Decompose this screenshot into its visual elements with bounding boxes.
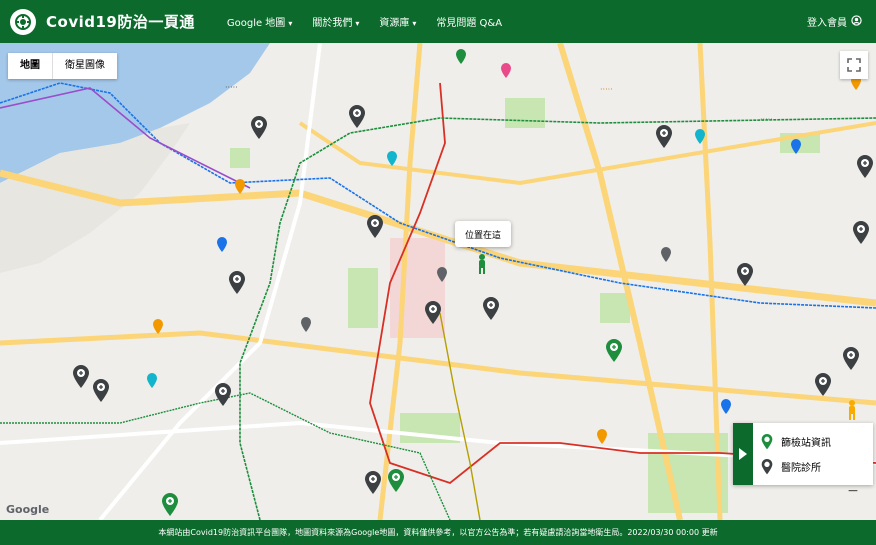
- poi-gray-icon[interactable]: [300, 317, 312, 337]
- user-icon: [851, 14, 862, 29]
- virus-logo-icon[interactable]: [10, 8, 36, 35]
- map-pin-icon[interactable]: [604, 339, 624, 367]
- map-pin-icon[interactable]: [160, 493, 180, 520]
- nav-label: 常見問題 Q&A: [436, 18, 503, 29]
- map-type-control: 地圖 衛星圖像: [8, 53, 117, 79]
- current-location-icon[interactable]: [476, 253, 488, 279]
- nav-item-faq[interactable]: 常見問題 Q&A: [436, 14, 502, 29]
- map-canvas[interactable]: ····· ····· ····· 位置在這 地圖 衛星圖像 篩檢站資訊 醫院診…: [0, 43, 876, 520]
- poi-teal-icon[interactable]: [694, 129, 706, 149]
- map-pin-icon[interactable]: [856, 155, 874, 183]
- map-label: ·····: [760, 115, 773, 124]
- map-pin-icon: [761, 458, 773, 474]
- map-pin-icon[interactable]: [364, 471, 382, 499]
- legend-label: 篩檢站資訊: [781, 438, 831, 449]
- chevron-down-icon: ▾: [412, 19, 417, 28]
- pegman-icon[interactable]: [846, 399, 858, 425]
- nav-item-google-map[interactable]: Google 地圖 ▾: [227, 14, 292, 29]
- map-pin-icon[interactable]: [852, 221, 870, 249]
- poi-teal-icon[interactable]: [386, 151, 398, 171]
- map-pin-icon[interactable]: [842, 347, 860, 375]
- map-type-map-button[interactable]: 地圖: [8, 53, 52, 79]
- poi-orange-icon[interactable]: [234, 179, 246, 199]
- fullscreen-button[interactable]: [840, 51, 868, 79]
- map-label: ·····: [600, 85, 613, 94]
- map-pin-icon[interactable]: [366, 215, 384, 243]
- map-pin-icon[interactable]: [814, 373, 832, 401]
- map-pin-icon[interactable]: [228, 271, 246, 299]
- chevron-down-icon: ▾: [288, 19, 293, 28]
- legend-panel: 篩檢站資訊 醫院診所: [733, 423, 873, 485]
- poi-gray-icon[interactable]: [660, 247, 672, 267]
- popup-label: 位置在這: [464, 230, 501, 241]
- nav-label: Google 地圖: [226, 18, 286, 29]
- map-pin-icon[interactable]: [655, 125, 673, 153]
- legend-item-screening[interactable]: 篩檢站資訊: [761, 433, 865, 450]
- map-pin-icon[interactable]: [482, 297, 500, 325]
- map-label: ·····: [225, 83, 238, 92]
- nav-label: 關於我們: [312, 18, 353, 29]
- zoom-out-button[interactable]: −: [842, 480, 864, 502]
- map-pin-icon[interactable]: [424, 301, 442, 329]
- poi-orange-icon[interactable]: [152, 319, 164, 339]
- footer-text: 本網站由Covid19防治資訊平台團隊，地圖資料來源為Google地圖，資料僅供…: [158, 528, 718, 537]
- map-pin-icon[interactable]: [736, 263, 754, 291]
- map-pin-icon[interactable]: [214, 383, 232, 411]
- map-pin-icon[interactable]: [386, 469, 406, 497]
- legend-toggle-button[interactable]: [733, 423, 753, 485]
- map-type-satellite-button[interactable]: 衛星圖像: [53, 53, 117, 79]
- legend-label: 醫院診所: [781, 463, 821, 474]
- poi-blue-icon[interactable]: [720, 399, 732, 419]
- google-logo: Google: [6, 503, 50, 516]
- map-pin-icon: [761, 433, 773, 449]
- map-pin-icon[interactable]: [250, 116, 268, 144]
- app-header: Covid19防治一頁通 Google 地圖 ▾ 關於我們 ▾ 資源庫 ▾ 常見問題 …: [0, 0, 876, 43]
- map-pin-icon[interactable]: [92, 379, 110, 407]
- poi-orange-icon[interactable]: [596, 429, 608, 449]
- nav-item-resources[interactable]: 資源庫 ▾: [379, 14, 416, 29]
- poi-gray-icon[interactable]: [436, 267, 448, 287]
- login-label: 登入會員: [807, 18, 847, 29]
- chevron-down-icon: ▾: [355, 19, 360, 28]
- fullscreen-icon: [847, 58, 861, 72]
- legend-item-clinic[interactable]: 醫院診所: [761, 458, 865, 475]
- map-pin-icon[interactable]: [348, 105, 366, 133]
- map-pin-icon[interactable]: [72, 365, 90, 393]
- nav-label: 資源庫: [379, 18, 410, 29]
- poi-blue-icon[interactable]: [216, 237, 228, 257]
- poi-green-icon[interactable]: [455, 49, 467, 69]
- main-nav: Google 地圖 ▾ 關於我們 ▾ 資源庫 ▾ 常見問題 Q&A: [227, 14, 502, 29]
- poi-teal-icon[interactable]: [146, 373, 158, 393]
- app-title[interactable]: Covid19防治一頁通: [46, 11, 195, 32]
- footer: 本網站由Covid19防治資訊平台團隊，地圖資料來源為Google地圖，資料僅供…: [0, 520, 876, 545]
- poi-pink-icon[interactable]: [500, 63, 512, 83]
- location-popup[interactable]: 位置在這: [455, 221, 511, 247]
- play-icon: [739, 448, 747, 460]
- login-button[interactable]: 登入會員: [807, 0, 862, 43]
- nav-item-about[interactable]: 關於我們 ▾: [312, 14, 359, 29]
- poi-blue-icon[interactable]: [790, 139, 802, 159]
